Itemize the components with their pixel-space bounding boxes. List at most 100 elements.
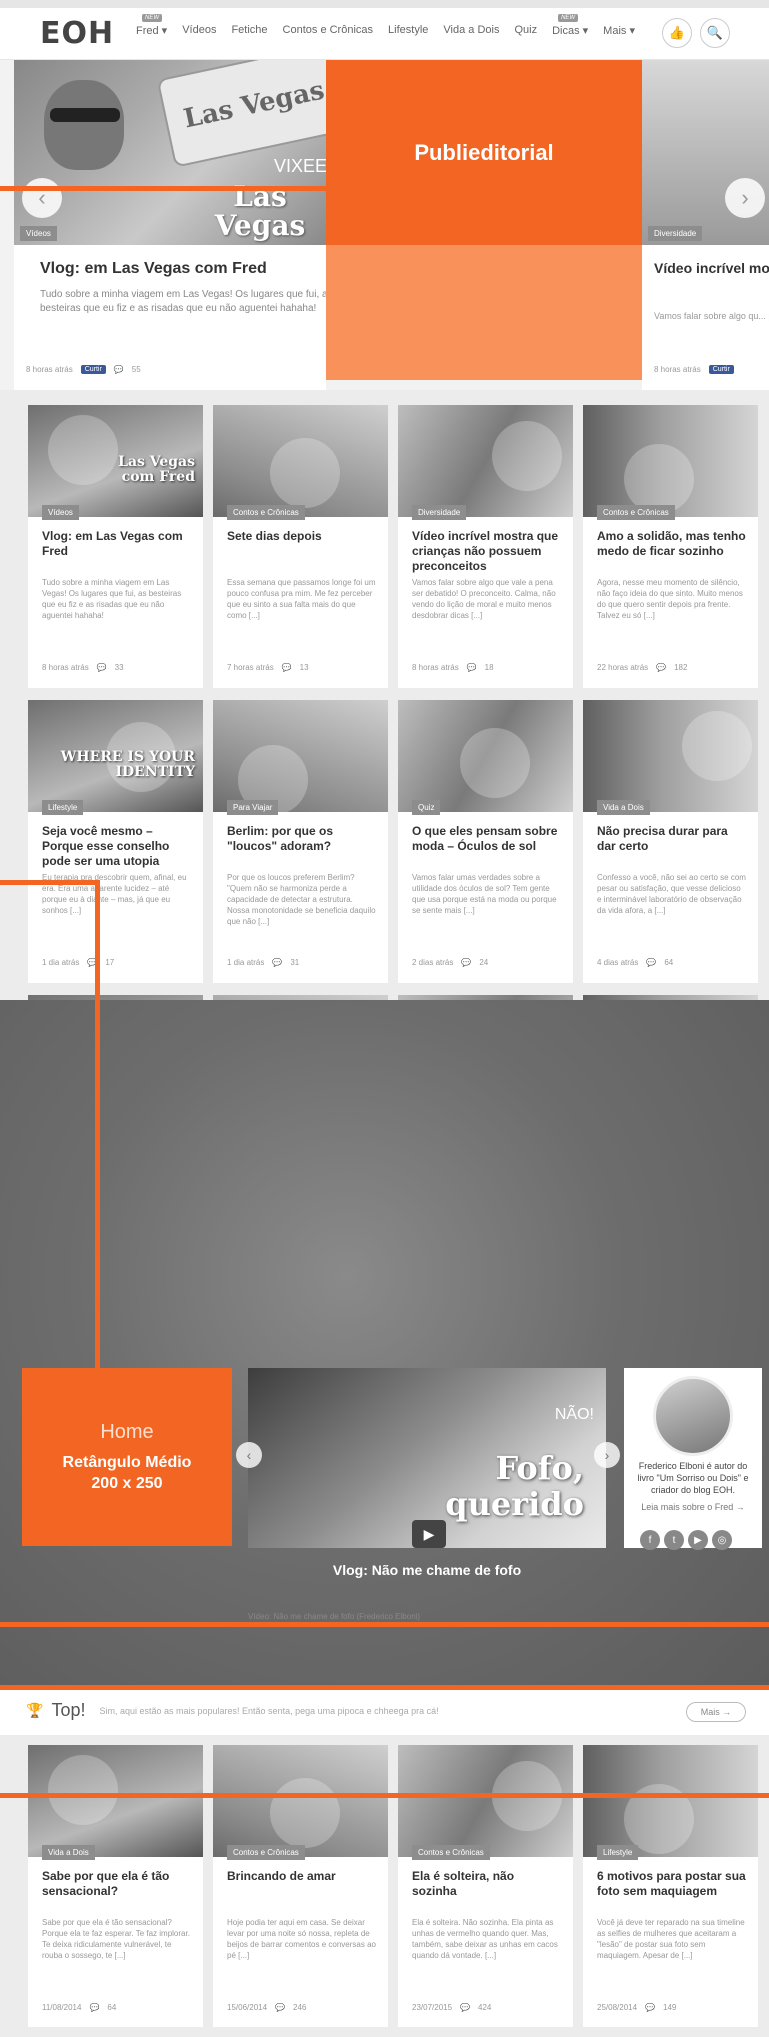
post-title[interactable]: Amo a solidão, mas tenho medo de ficar s… [597,529,747,559]
category-tag[interactable]: Vida a Dois [42,1845,95,1860]
hero-next-meta: 8 horas atrás Curtir [654,365,734,374]
post-time: 25/08/2014 [597,2003,638,2012]
comment-count[interactable]: 24 [479,958,488,967]
site-logo[interactable]: EOH [40,16,114,51]
post-card[interactable]: Para Viajar Berlim: por que os "loucos" a… [213,700,388,983]
facebook-like-button[interactable]: Curtir [708,365,734,374]
category-tag[interactable]: Contos e Crônicas [597,505,675,520]
category-tag[interactable]: Vida a Dois [597,800,650,815]
comment-count[interactable]: 18 [485,663,494,672]
category-tag[interactable]: Lifestyle [42,800,84,815]
post-thumbnail[interactable] [583,1745,758,1857]
author-more-link[interactable]: Leia mais sobre o Fred → [624,1502,762,1512]
post-title[interactable]: Vídeo incrível mostra que crianças não p… [412,529,562,574]
comment-count[interactable]: 424 [478,2003,491,2012]
search-icon[interactable]: 🔍 [700,18,730,48]
post-thumbnail[interactable]: WHERE IS YOUR IDENTITY [28,700,203,812]
post-thumbnail[interactable] [213,700,388,812]
nav-item-vida-a-dois[interactable]: Vida a Dois [443,24,499,37]
post-thumbnail[interactable] [398,700,573,812]
hero-card-next[interactable]: Diversidade Vídeo incrível mo... possuem… [642,60,769,390]
category-tag[interactable]: Vídeos [20,226,57,241]
nav-item-fetiche[interactable]: Fetiche [231,24,267,37]
post-title[interactable]: Sabe por que ela é tão sensacional? [42,1869,192,1899]
avatar[interactable] [653,1376,733,1456]
post-thumbnail[interactable] [398,405,573,517]
post-card[interactable]: Las Vegas com Fred Vídeos Vlog: em Las Veg… [28,405,203,688]
category-tag[interactable]: Quiz [412,800,441,815]
post-title[interactable]: Berlim: por que os "loucos" adoram? [227,824,377,854]
post-card[interactable]: Contos e Crônicas Brincando de amar Hoje p… [213,1745,388,2027]
post-title[interactable]: Seja você mesmo – Porque esse conselho p… [42,824,192,869]
post-title[interactable]: Sete dias depois [227,529,377,544]
post-title[interactable]: Não precisa durar para dar certo [597,824,747,854]
nav-item-lifestyle[interactable]: Lifestyle [388,24,428,37]
post-thumbnail[interactable] [28,1745,203,1857]
chevron-left-icon[interactable]: ‹ [236,1442,262,1468]
comment-count[interactable]: 149 [663,2003,676,2012]
category-tag[interactable]: Contos e Crônicas [227,505,305,520]
nav-item-contos[interactable]: Contos e Crônicas [283,24,374,37]
nav-item-dicas[interactable]: NEW Dicas ▾ [552,14,588,37]
post-card[interactable]: Contos e Crônicas Amo a solidão, mas tenh… [583,405,758,688]
hero-title[interactable]: Vlog: em Las Vegas com Fred [40,260,340,278]
category-tag[interactable]: Lifestyle [597,1845,639,1860]
comment-count[interactable]: 33 [115,663,124,672]
post-card[interactable]: Lifestyle 6 motivos para postar sua foto … [583,1745,758,2027]
post-thumbnail[interactable] [213,1745,388,1857]
post-card[interactable]: Diversidade Vídeo incrível mostra que cri… [398,405,573,688]
chevron-right-icon[interactable]: › [725,178,765,218]
play-icon[interactable]: ▶ [412,1520,446,1548]
post-title[interactable]: Brincando de amar [227,1869,377,1884]
comment-icon: 💬 [275,2003,286,2012]
facebook-like-button[interactable]: Curtir [80,365,106,374]
post-thumbnail[interactable] [213,405,388,517]
twitter-icon[interactable]: t [664,1530,684,1550]
instagram-icon[interactable]: ◎ [712,1530,732,1550]
post-thumbnail[interactable] [398,1745,573,1857]
more-button[interactable]: Mais → [686,1702,746,1722]
retangulo-medio-ad[interactable]: Home Retângulo Médio 200 x 250 [22,1368,232,1546]
category-tag[interactable]: Contos e Crônicas [412,1845,490,1860]
comment-count[interactable]: 31 [290,958,299,967]
facebook-icon[interactable]: f [640,1530,660,1550]
post-thumbnail[interactable] [583,700,758,812]
post-title[interactable]: Ela é solteira, não sozinha [412,1869,562,1899]
post-card[interactable]: Vida a Dois Sabe por que ela é tão sensac… [28,1745,203,2027]
post-title[interactable]: 6 motivos para postar sua foto sem maqui… [597,1869,747,1899]
post-card[interactable]: Contos e Crônicas Sete dias depois Essa se… [213,405,388,688]
video-title[interactable]: Vlog: Não me chame de fofo [248,1562,606,1578]
post-thumbnail[interactable] [583,405,758,517]
post-title[interactable]: Vlog: em Las Vegas com Fred [42,529,192,559]
post-card[interactable]: WHERE IS YOUR IDENTITY Lifestyle Seja você… [28,700,203,983]
post-title[interactable]: O que eles pensam sobre moda – Óculos de… [412,824,562,854]
post-card[interactable]: Vida a Dois Não precisa durar para dar ce… [583,700,758,983]
comment-count[interactable]: 64 [107,2003,116,2012]
hero-card-main[interactable]: Las Vegas VIXEEE! Las Vegas com Fred Víd… [14,60,333,390]
category-tag[interactable]: Contos e Crônicas [227,1845,305,1860]
post-excerpt: Confesso a você, não sei ao certo se com… [597,873,746,915]
category-tag[interactable]: Diversidade [412,505,467,520]
nav-item-fred[interactable]: NEW Fred ▾ [136,14,167,37]
post-card[interactable]: Quiz O que eles pensam sobre moda – Óculo… [398,700,573,983]
post-meta: 2 dias atrás 💬 24 [412,958,488,967]
nav-item-mais[interactable]: Mais ▾ [603,24,635,37]
category-tag[interactable]: Vídeos [42,505,79,520]
comment-count[interactable]: 246 [293,2003,306,2012]
category-tag[interactable]: Diversidade [648,226,703,241]
category-tag[interactable]: Para Viajar [227,800,279,815]
chevron-left-icon[interactable]: ‹ [22,178,62,218]
youtube-icon[interactable]: ▶ [688,1530,708,1550]
nav-item-videos[interactable]: Vídeos [182,24,216,37]
comment-count[interactable]: 64 [664,958,673,967]
comment-count[interactable]: 17 [105,958,114,967]
publieditorial-ad[interactable]: Publieditorial [326,60,642,245]
like-icon[interactable]: 👍 [662,18,692,48]
chevron-right-icon[interactable]: › [594,1442,620,1468]
hero-next-title[interactable]: Vídeo incrível mo... possuem precon... [654,260,769,276]
comment-count[interactable]: 182 [674,663,687,672]
post-card[interactable]: Contos e Crônicas Ela é solteira, não soz… [398,1745,573,2027]
nav-item-quiz[interactable]: Quiz [514,24,537,37]
post-thumbnail[interactable]: Las Vegas com Fred [28,405,203,517]
comment-count[interactable]: 13 [300,663,309,672]
